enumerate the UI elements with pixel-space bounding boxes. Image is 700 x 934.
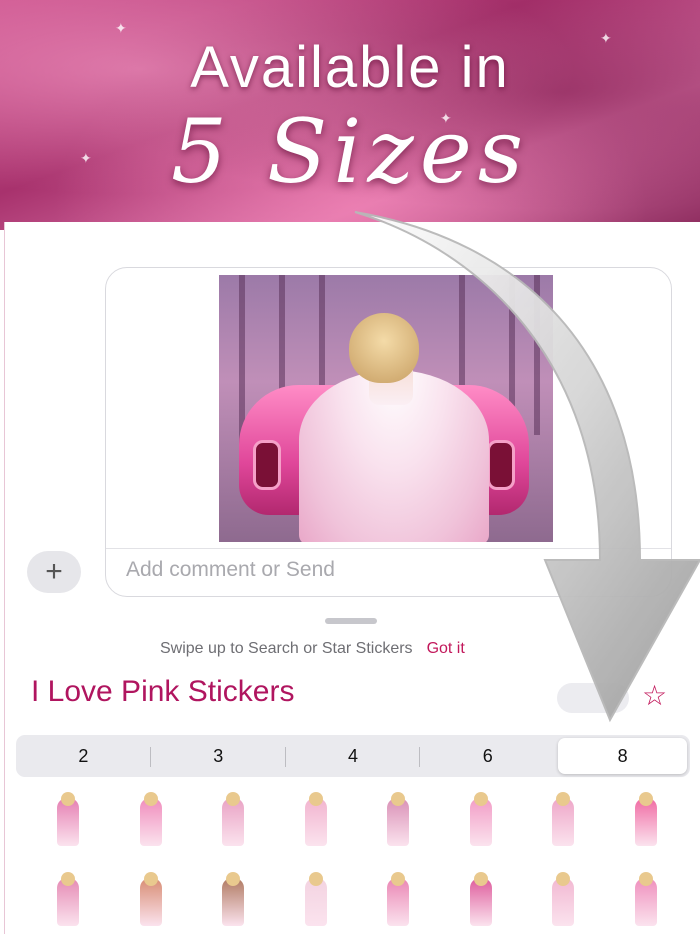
size-option-3[interactable]: 3 <box>149 738 283 774</box>
promo-banner: ✦ ✦ ✦ ✦ Available in 5 Sizes <box>0 0 700 230</box>
sticker-thumb[interactable] <box>27 870 110 928</box>
size-segmented-control: 2 3 4 6 8 <box>16 735 690 777</box>
sticker-thumb[interactable] <box>275 870 358 928</box>
couple-wedding-sticker <box>365 790 431 848</box>
size-option-8[interactable]: 8 <box>558 738 687 774</box>
car-with-balloons-sticker <box>118 790 184 848</box>
girl-with-puppy-sticker <box>283 790 349 848</box>
girl-with-bear-sticker <box>118 870 184 928</box>
sticker-thumb[interactable] <box>522 790 605 848</box>
sticker-thumb[interactable] <box>110 790 193 848</box>
sticker-thumb[interactable] <box>605 870 688 928</box>
sticker-thumb[interactable] <box>357 790 440 848</box>
sticker-thumb[interactable] <box>440 870 523 928</box>
fitness-girl-sticker <box>35 870 101 928</box>
pink-gown-sticker <box>448 790 514 848</box>
sticker-thumb[interactable] <box>440 790 523 848</box>
sticker-thumb[interactable] <box>110 870 193 928</box>
swipe-hint: Swipe up to Search or Star Stickers Got i… <box>160 640 465 658</box>
pink-jacket-girl-sticker <box>365 870 431 928</box>
size-option-6[interactable]: 6 <box>419 738 552 774</box>
sticker-grid <box>27 790 687 928</box>
banner-title-line2: 5 Sizes <box>171 100 529 203</box>
sticker-preview: × <box>219 275 553 542</box>
girl-with-dog-sticker <box>200 790 266 848</box>
sticker-thumb[interactable] <box>27 790 110 848</box>
sticker-thumb[interactable] <box>275 790 358 848</box>
compose-box[interactable]: × Add comment or Send <box>105 267 672 597</box>
cowgirl-horse-sticker <box>200 870 266 928</box>
sticker-thumb[interactable] <box>605 790 688 848</box>
drawer-grab-handle[interactable] <box>325 618 377 624</box>
pink-outfit-girl-sticker <box>613 870 679 928</box>
swipe-hint-text: Swipe up to Search or Star Stickers <box>160 640 413 657</box>
baker-girl-sticker <box>613 790 679 848</box>
sticker-thumb[interactable] <box>357 870 440 928</box>
star-icon[interactable]: ☆ <box>642 679 667 712</box>
plus-icon: + <box>45 555 63 588</box>
tennis-girl-sticker <box>530 870 596 928</box>
bride-veil-sticker <box>283 870 349 928</box>
size-option-4[interactable]: 4 <box>284 738 418 774</box>
pink-car-bride-sticker <box>35 790 101 848</box>
pink-pantsuit-sticker <box>448 870 514 928</box>
sticker-thumb[interactable] <box>192 870 275 928</box>
banner-title-line1: Available in <box>190 35 510 100</box>
messages-sheet: × Add comment or Send + Swipe up to Sear… <box>4 222 700 934</box>
add-attachment-button[interactable]: + <box>27 551 81 593</box>
sticker-thumb[interactable] <box>522 870 605 928</box>
sticker-pack-title: I Love Pink Stickers <box>31 675 295 708</box>
search-pill[interactable] <box>557 683 629 713</box>
size-option-2[interactable]: 2 <box>19 738 148 774</box>
ball-gown-sticker <box>530 790 596 848</box>
compose-divider <box>106 548 671 549</box>
got-it-link[interactable]: Got it <box>427 640 465 657</box>
sticker-thumb[interactable] <box>192 790 275 848</box>
message-input[interactable]: Add comment or Send <box>126 558 335 582</box>
